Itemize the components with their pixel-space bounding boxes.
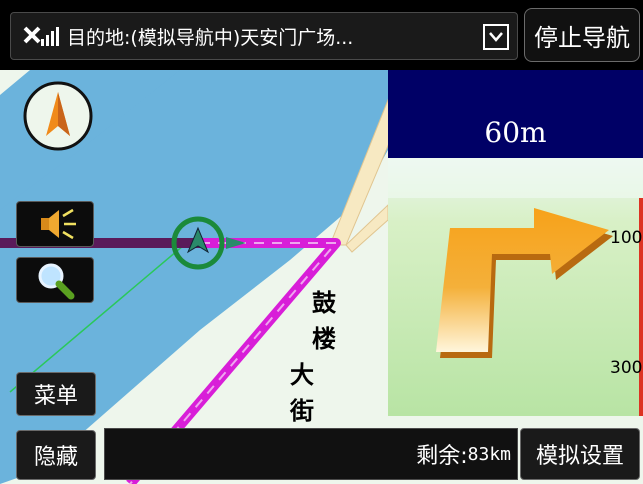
dropdown-arrow-icon[interactable]: [483, 24, 509, 50]
speaker-icon: [41, 208, 76, 240]
street-label: 鼓 楼 大 街: [290, 285, 342, 429]
remaining-distance-bar: 剩余: 83km: [104, 428, 518, 480]
destination-text: 目的地:(模拟导航中)天安门广场...: [67, 26, 354, 49]
remaining-value: 83km: [467, 443, 511, 465]
navigation-screen: 鼓 楼 大 街 目的地:(模拟导航中)天安门广场... 停止导航 菜单 隐藏 6…: [0, 0, 643, 484]
distance-to-turn: 60m: [484, 116, 547, 149]
hide-button[interactable]: 隐藏: [16, 430, 96, 480]
stop-navigation-button[interactable]: 停止导航: [524, 8, 640, 62]
destination-box[interactable]: 目的地:(模拟导航中)天安门广场...: [10, 12, 518, 60]
compass-north-icon[interactable]: [22, 80, 94, 152]
top-bar: 目的地:(模拟导航中)天安门广场... 停止导航: [0, 0, 643, 70]
street-char: 大: [290, 361, 314, 389]
signal-gps-icon: [11, 12, 67, 60]
simulation-settings-button[interactable]: 模拟设置: [520, 428, 640, 480]
guidance-header: 60m: [388, 70, 643, 158]
street-char: 街: [290, 397, 314, 425]
scale-tick-100: 100: [610, 228, 643, 248]
zoom-magnifier-icon: [38, 263, 75, 300]
street-char: 楼: [312, 325, 336, 353]
scale-tick-300: 300: [610, 358, 643, 378]
remaining-label: 剩余:: [416, 444, 468, 469]
speaker-button[interactable]: [16, 201, 94, 247]
street-char: 鼓: [312, 289, 336, 317]
zoom-button[interactable]: [16, 257, 94, 303]
menu-button[interactable]: 菜单: [16, 372, 96, 416]
turn-guidance-panel: 60m 100 300: [388, 70, 643, 416]
junction-view: 100 300: [388, 158, 643, 416]
